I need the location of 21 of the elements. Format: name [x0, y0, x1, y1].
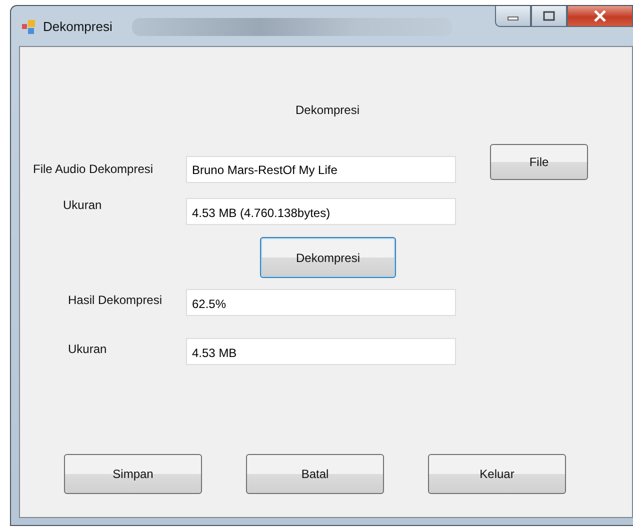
input-field[interactable]: 4.53 MB (4.760.138bytes)	[186, 198, 456, 225]
field-label: Ukuran	[67, 342, 108, 356]
field-label: Ukuran	[62, 198, 103, 212]
form-heading: Dekompresi	[294, 103, 361, 117]
dialog-button[interactable]: Keluar	[428, 454, 566, 494]
file-button[interactable]: File	[490, 144, 588, 180]
input-field[interactable]: 62.5%	[186, 289, 456, 316]
maximize-button[interactable]	[531, 6, 567, 27]
field-label: Hasil Dekompresi	[67, 293, 164, 307]
field-label: File Audio Dekompresi	[33, 162, 154, 176]
input-field[interactable]: Bruno Mars-RestOf My Life	[186, 156, 456, 182]
dialog-button[interactable]: Batal	[246, 454, 384, 494]
window-title: Dekompresi	[43, 19, 112, 34]
close-button[interactable]	[567, 6, 633, 27]
app-icon	[21, 19, 37, 35]
decompress-button[interactable]: Dekompresi	[260, 237, 396, 278]
input-field[interactable]: 4.53 MB	[186, 338, 456, 365]
minimize-button[interactable]	[495, 6, 531, 27]
maximize-icon	[543, 11, 555, 21]
close-icon	[593, 10, 607, 22]
dialog-button[interactable]: Simpan	[64, 454, 202, 494]
